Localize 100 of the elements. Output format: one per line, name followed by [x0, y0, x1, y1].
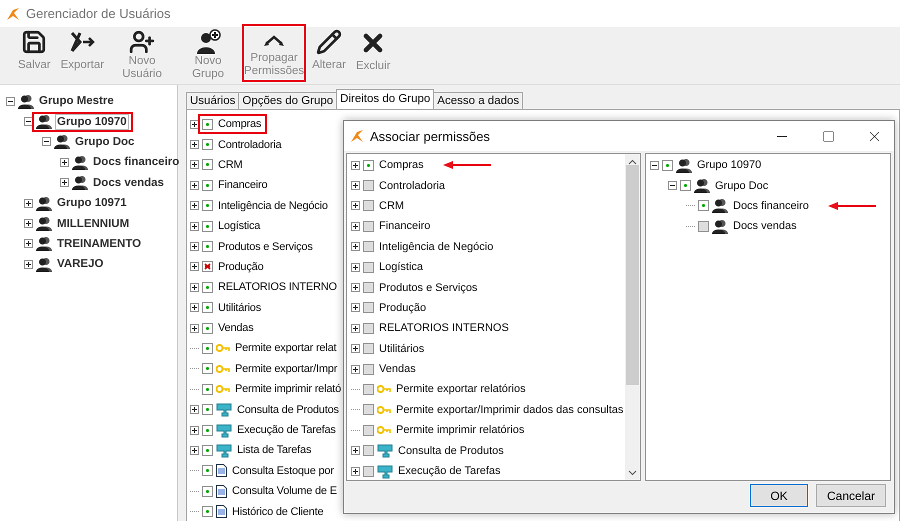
permission-checkbox[interactable]	[202, 220, 213, 232]
permission-checkbox[interactable]	[202, 404, 213, 416]
permission-checkbox[interactable]	[202, 159, 213, 170]
permission-checkbox[interactable]	[363, 241, 374, 252]
permission-name[interactable]: Vendas	[377, 361, 418, 378]
expand-icon[interactable]	[190, 140, 199, 150]
permission-name[interactable]: Execução de Tarefas	[235, 422, 338, 438]
permission-checkbox[interactable]	[662, 160, 673, 171]
group-name[interactable]: Grupo Doc	[713, 178, 770, 194]
permission-checkbox[interactable]	[363, 466, 374, 477]
permission-name[interactable]: Produção	[216, 258, 266, 275]
permission-checkbox[interactable]	[363, 404, 374, 416]
group-name[interactable]: Docs financeiro	[731, 198, 811, 214]
permission-name[interactable]: CRM	[216, 156, 244, 173]
permission-name[interactable]: Inteligência de Negócio	[216, 198, 330, 214]
permission-name[interactable]: Consulta de Produtos	[396, 442, 506, 459]
permission-checkbox[interactable]	[202, 486, 213, 497]
group-name[interactable]: Docs financeiro	[91, 154, 182, 170]
expand-icon[interactable]	[190, 303, 199, 312]
permission-name[interactable]: CRM	[377, 198, 406, 214]
permission-checkbox[interactable]	[202, 302, 213, 314]
expand-icon[interactable]	[351, 160, 360, 170]
permission-name[interactable]: Permite exportar/Imprimir dados das consultas	[394, 402, 626, 418]
permission-name[interactable]: Vendas	[216, 320, 256, 336]
expand-icon[interactable]	[351, 303, 360, 312]
permission-name[interactable]: Logística	[377, 259, 426, 276]
tab[interactable]: Direitos do Grupo	[336, 89, 434, 109]
permission-checkbox[interactable]	[202, 363, 213, 374]
permission-name[interactable]: Compras	[216, 116, 264, 132]
permission-checkbox[interactable]	[363, 384, 374, 395]
expand-icon[interactable]	[351, 242, 360, 252]
group-name[interactable]: Grupo 10971	[55, 195, 129, 212]
expand-icon[interactable]	[190, 120, 199, 129]
permission-name[interactable]: Utilitários	[216, 300, 264, 316]
group-name[interactable]: TREINAMENTO	[55, 236, 144, 252]
collapse-icon[interactable]	[650, 160, 659, 170]
permission-name[interactable]: Permite exportar/Impr	[233, 360, 340, 377]
scrollbar[interactable]	[625, 154, 640, 480]
expand-icon[interactable]	[351, 466, 360, 476]
permission-checkbox[interactable]	[202, 118, 213, 130]
permission-checkbox[interactable]	[202, 444, 213, 456]
expand-icon[interactable]	[60, 158, 69, 167]
expand-icon[interactable]	[24, 198, 33, 208]
permission-name[interactable]: Produtos e Serviços	[377, 280, 480, 296]
permission-checkbox[interactable]	[680, 180, 691, 192]
permission-checkbox[interactable]	[363, 200, 374, 212]
expand-icon[interactable]	[351, 201, 360, 210]
scroll-thumb[interactable]	[626, 165, 640, 385]
permission-name[interactable]: Consulta de Produtos	[235, 402, 341, 418]
expand-icon[interactable]	[190, 222, 199, 231]
expand-icon[interactable]	[190, 262, 199, 272]
permission-checkbox[interactable]	[363, 424, 374, 436]
permission-name[interactable]: Compras	[377, 157, 426, 174]
permission-checkbox[interactable]	[202, 241, 213, 252]
permission-name[interactable]: Produção	[377, 300, 428, 316]
expand-icon[interactable]	[351, 262, 360, 272]
collapse-icon[interactable]	[668, 181, 677, 190]
permission-checkbox[interactable]	[363, 364, 374, 375]
permission-name[interactable]: Lista de Tarefas	[235, 442, 314, 458]
tab[interactable]: Opções do Grupo	[238, 92, 338, 109]
collapse-icon[interactable]	[42, 137, 51, 146]
collapse-icon[interactable]	[24, 117, 33, 126]
permission-checkbox[interactable]	[363, 282, 374, 294]
permission-checkbox[interactable]	[202, 200, 213, 212]
permission-checkbox[interactable]	[363, 180, 374, 192]
group-name[interactable]: MILLENNIUM	[55, 216, 132, 232]
dialog-button[interactable]: OK	[750, 484, 808, 507]
tab[interactable]: Acesso a dados	[433, 92, 524, 109]
permission-name[interactable]: RELATORIOS INTERNOS	[377, 320, 511, 336]
permission-name[interactable]: Execução de Tarefas	[396, 463, 503, 480]
permission-name[interactable]: Histórico de Cliente	[230, 504, 326, 520]
expand-icon[interactable]	[351, 446, 360, 456]
permission-name[interactable]: Consulta Estoque por	[230, 462, 336, 479]
permission-checkbox[interactable]	[363, 445, 374, 456]
permission-name[interactable]: Financeiro	[377, 218, 432, 234]
permission-checkbox[interactable]	[202, 424, 213, 436]
collapse-icon[interactable]	[6, 96, 15, 106]
permission-checkbox[interactable]	[202, 322, 213, 334]
group-name[interactable]: VAREJO	[55, 256, 106, 272]
permission-checkbox[interactable]	[202, 342, 213, 354]
permission-name[interactable]: Controladoria	[216, 136, 284, 153]
expand-icon[interactable]	[190, 242, 199, 252]
group-name[interactable]: Grupo 10970	[695, 157, 764, 174]
group-name[interactable]: Grupo Mestre	[37, 93, 116, 110]
permission-name[interactable]: Produtos e Serviços	[216, 238, 315, 255]
expand-icon[interactable]	[190, 201, 199, 210]
permission-name[interactable]: RELATORIOS INTERNO	[216, 279, 339, 296]
expand-icon[interactable]	[351, 222, 360, 231]
permission-name[interactable]: Permite exportar relatórios	[394, 381, 528, 398]
permission-name[interactable]: Logística	[216, 218, 262, 234]
group-name[interactable]: Docs vendas	[731, 218, 799, 234]
group-name[interactable]: Docs vendas	[91, 174, 166, 191]
expand-icon[interactable]	[24, 219, 33, 228]
permission-checkbox[interactable]	[202, 384, 213, 395]
expand-icon[interactable]	[190, 426, 199, 435]
permission-checkbox[interactable]	[698, 200, 709, 212]
permission-checkbox[interactable]	[202, 261, 213, 272]
permission-name[interactable]: Controladoria	[377, 178, 448, 194]
permission-checkbox[interactable]	[363, 262, 374, 273]
expand-icon[interactable]	[24, 239, 33, 248]
